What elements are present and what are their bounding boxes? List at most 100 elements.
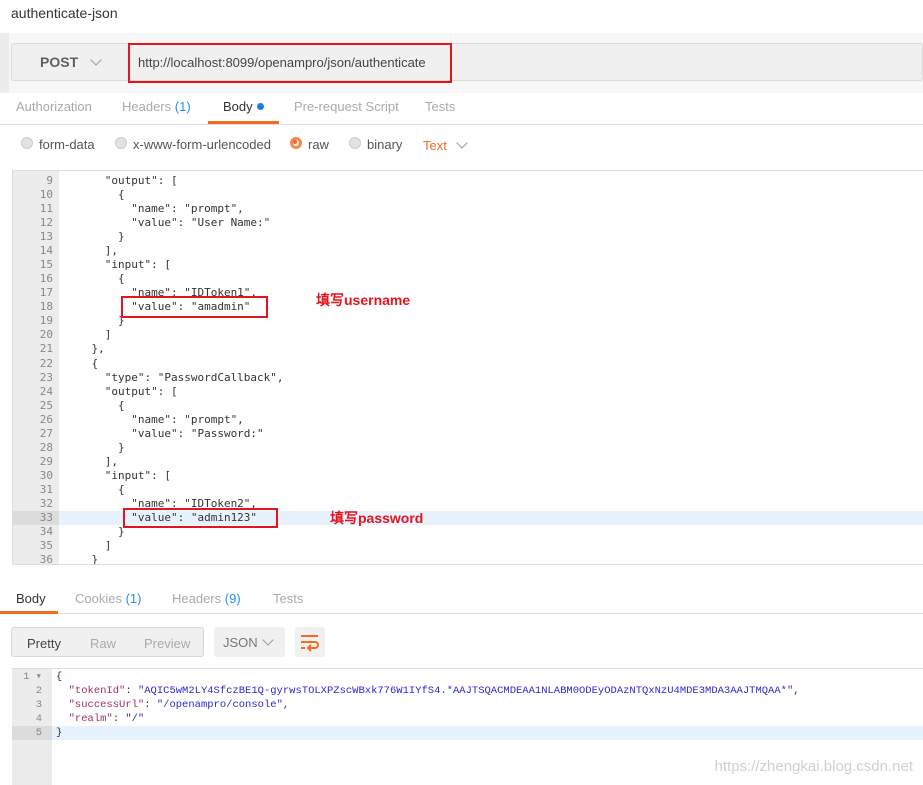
line-number: 24	[39, 384, 53, 398]
radio-label: form-data	[39, 137, 95, 152]
body-type-select[interactable]: Text	[423, 137, 469, 153]
watermark: https://zhengkai.blog.csdn.net	[714, 758, 913, 775]
format-label: JSON	[223, 635, 258, 650]
code-line: 27 "value": "Password:"	[13, 427, 923, 441]
line-number: 25	[39, 398, 53, 412]
view-raw-button[interactable]: Raw	[90, 636, 116, 651]
tab-response-headers[interactable]: Headers (9)	[172, 591, 241, 606]
request-title: authenticate-json	[11, 5, 118, 21]
modified-dot-icon	[256, 103, 264, 110]
code-line: 24 "output": [	[13, 385, 923, 399]
tab-response-body[interactable]: Body	[16, 591, 46, 606]
code-line: 31 {	[13, 483, 923, 497]
line-number: 36	[39, 553, 53, 565]
line-number: 27	[39, 426, 53, 440]
code-text: }	[65, 230, 125, 244]
code-text: "input": [	[65, 258, 171, 272]
line-number: 32	[39, 496, 53, 510]
code-line: 29 ],	[13, 455, 923, 469]
code-text: "realm": "/"	[68, 713, 145, 725]
tab-body[interactable]: Body	[223, 99, 264, 114]
code-line: 35 ]	[13, 539, 923, 553]
wrap-lines-button[interactable]	[295, 627, 325, 657]
radio-urlencoded[interactable]	[115, 137, 127, 149]
tab-response-tests[interactable]: Tests	[273, 591, 303, 606]
line-number: 30	[39, 468, 53, 482]
code-text: {	[65, 398, 125, 412]
tab-cookies[interactable]: Cookies (1)	[75, 591, 141, 606]
view-pretty-button[interactable]: Pretty	[27, 636, 61, 651]
code-line: 30 "input": [	[13, 469, 923, 483]
code-line: 28 }	[13, 441, 923, 455]
tab-count: (9)	[224, 591, 241, 606]
line-number: 22	[39, 356, 53, 370]
username-annotation: 填写username	[316, 292, 411, 308]
code-text: "input": [	[65, 468, 171, 482]
request-tabs: Authorization Headers (1) Body Pre-reque…	[0, 93, 923, 125]
code-line: 23 "type": "PasswordCallback",	[13, 371, 923, 385]
line-number: 14	[39, 244, 53, 258]
code-text: },	[65, 342, 105, 356]
code-text: "name": "prompt",	[65, 412, 244, 426]
line-number: 26	[39, 412, 53, 426]
response-format-select[interactable]: JSON	[214, 627, 285, 657]
code-line: 3 "successUrl": "/openampro/console",	[12, 698, 923, 712]
tab-label: Cookies	[75, 591, 122, 606]
tab-label: Body	[223, 99, 253, 114]
code-line: 10 {	[13, 188, 923, 202]
chevron-down-icon	[90, 54, 102, 66]
radio-raw[interactable]	[290, 137, 302, 149]
line-number: 23	[39, 370, 53, 384]
line-number: 9	[46, 174, 53, 187]
line-number: 12	[39, 216, 53, 230]
method-label: POST	[40, 54, 79, 70]
tab-label: Headers	[122, 99, 172, 114]
radio-label: raw	[308, 137, 329, 152]
line-number: 4	[35, 713, 42, 725]
line-number: 16	[39, 272, 53, 286]
line-number: 2	[35, 685, 42, 697]
line-number: 34	[39, 525, 53, 538]
json-value: "/"	[125, 713, 145, 725]
code-text: "value": "User Name:"	[65, 216, 271, 230]
code-text: {	[65, 188, 125, 202]
code-text: "output": [	[65, 174, 178, 187]
tab-headers[interactable]: Headers (1)	[122, 99, 191, 114]
radio-label: x-www-form-urlencoded	[133, 137, 271, 152]
code-text: }	[65, 553, 99, 565]
code-line: 15 "input": [	[13, 258, 923, 272]
tab-pre-request-script[interactable]: Pre-request Script	[294, 99, 399, 114]
request-body-editor[interactable]: 9 "output": [10 {11 "name": "prompt", 12 …	[12, 170, 923, 565]
code-line: 22 {	[13, 357, 923, 371]
tab-authorization[interactable]: Authorization	[16, 99, 92, 114]
line-number: 3	[35, 699, 42, 711]
code-line: 21 },	[13, 342, 923, 356]
code-text: ]	[65, 328, 112, 342]
code-line: 36 }	[13, 553, 923, 565]
line-number: 31	[39, 482, 53, 496]
code-text: }	[56, 727, 63, 739]
code-line: 1 ▾ {	[12, 670, 923, 684]
radio-binary[interactable]	[349, 137, 361, 149]
line-number: 15	[39, 258, 53, 272]
code-text: {	[56, 671, 63, 683]
json-key: "tokenId"	[68, 685, 126, 697]
code-text: {	[65, 482, 125, 496]
line-number: 33	[13, 510, 59, 525]
method-select[interactable]: POST	[40, 54, 102, 70]
chevron-down-icon	[456, 137, 469, 149]
tab-tests[interactable]: Tests	[425, 99, 455, 114]
radio-label: binary	[367, 137, 403, 152]
tab-count: (1)	[174, 99, 191, 114]
response-tabs: Body Cookies (1) Headers (9) Tests	[0, 585, 923, 614]
view-preview-button[interactable]: Preview	[144, 636, 190, 651]
code-line: 20 ]	[13, 328, 923, 342]
radio-form-data[interactable]	[21, 137, 33, 149]
code-line: 14 ],	[13, 244, 923, 258]
code-line: 13 }	[13, 230, 923, 244]
line-number: 18	[39, 300, 53, 314]
line-number: 35	[39, 539, 53, 553]
line-number: 28	[39, 440, 53, 454]
code-text: ],	[65, 454, 118, 468]
code-text: "type": "PasswordCallback",	[65, 370, 284, 384]
